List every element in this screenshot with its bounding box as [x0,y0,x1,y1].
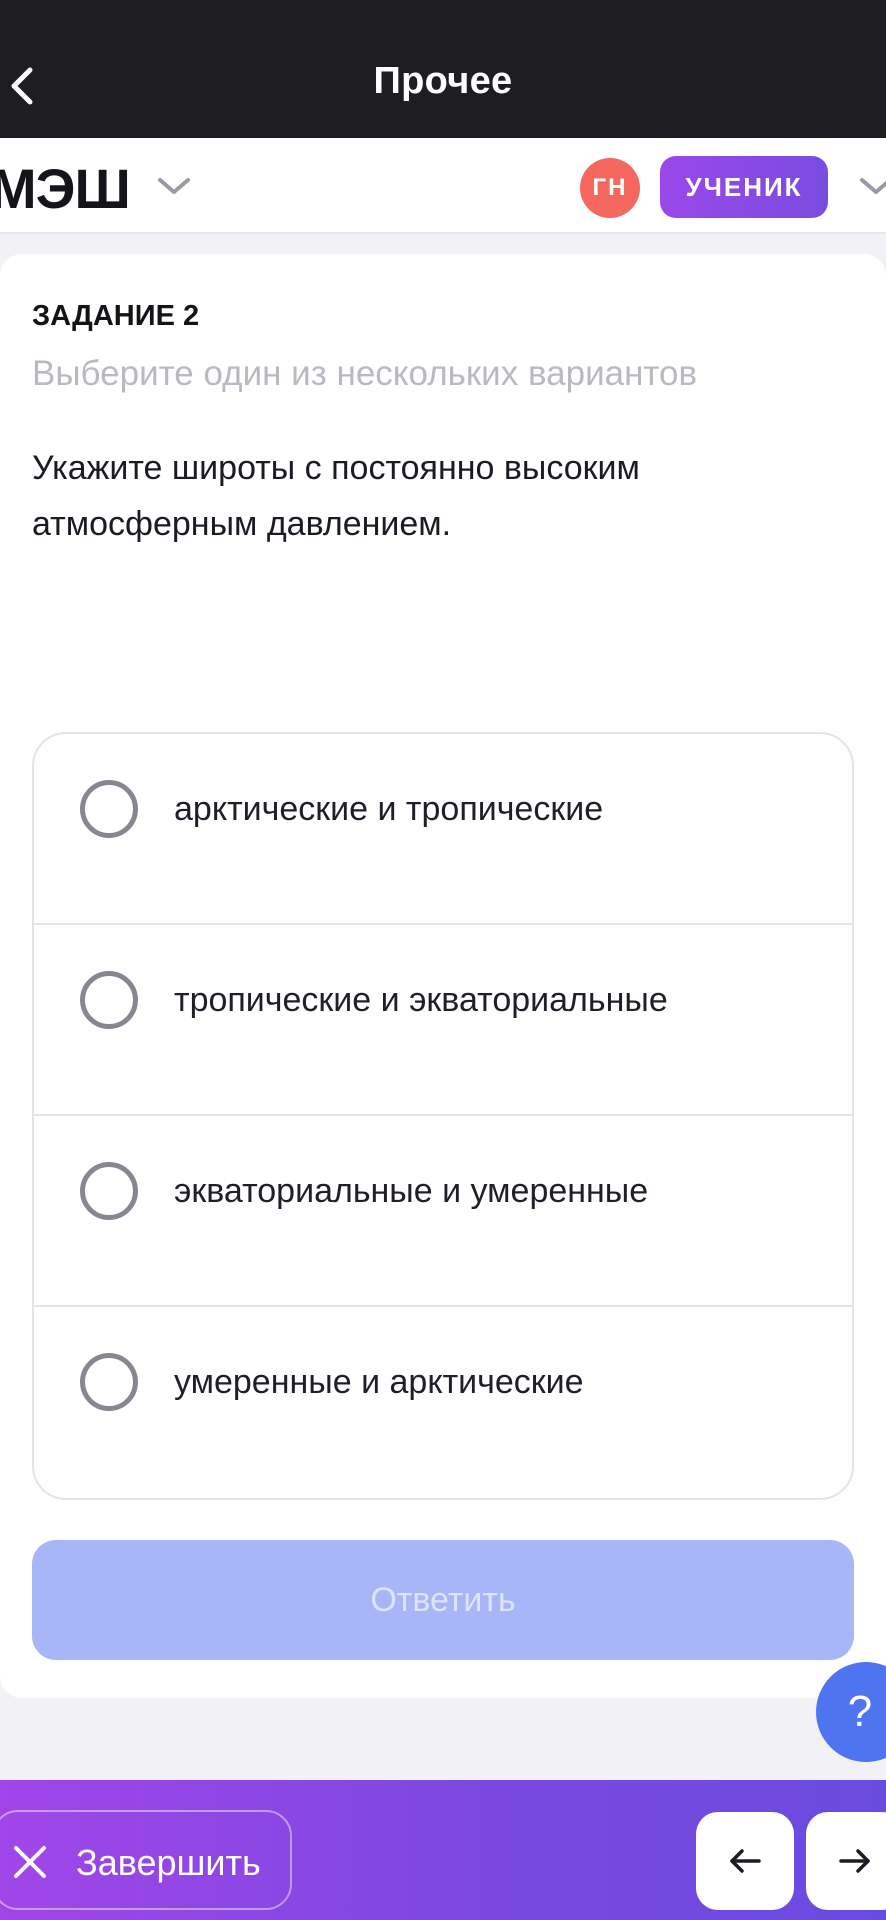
radio-button[interactable] [80,1162,138,1220]
chevron-down-icon[interactable] [858,174,886,198]
finish-label: Завершить [76,1842,261,1883]
radio-button[interactable] [80,780,138,838]
radio-button[interactable] [80,971,138,1029]
answer-options: арктические и тропические тропические и … [32,732,854,1500]
top-navigation-bar: Прочее [0,0,886,138]
answer-button[interactable]: Ответить [32,1540,854,1660]
next-task-button[interactable] [806,1812,886,1910]
answer-option[interactable]: тропические и экваториальные [34,925,852,1116]
app-header: МЭШ ГН УЧЕНИК [0,138,886,234]
role-badge[interactable]: УЧЕНИК [660,156,828,218]
task-number: ЗАДАНИЕ 2 [32,300,200,332]
option-label: умеренные и арктические [174,1363,584,1401]
avatar[interactable]: ГН [580,158,640,218]
close-icon [14,1846,46,1878]
answer-option[interactable]: экваториальные и умеренные [34,1116,852,1307]
question-text: Укажите широты с постоянно высоким атмос… [32,449,640,543]
task-hint: Выберите один из нескольких вариантов [32,354,698,393]
answer-option[interactable]: арктические и тропические [34,734,852,925]
chevron-down-icon[interactable] [156,174,192,198]
option-label: экваториальные и умеренные [174,1172,649,1210]
task-card: ЗАДАНИЕ 2 Выберите один из нескольких ва… [0,254,886,1698]
app-logo[interactable]: МЭШ [0,156,131,221]
page-title: Прочее [373,60,513,102]
bottom-action-bar: Завершить [0,1780,886,1920]
arrow-right-icon [839,1849,870,1873]
finish-button[interactable]: Завершить [0,1810,292,1910]
radio-button[interactable] [80,1353,138,1411]
previous-task-button[interactable] [696,1812,794,1910]
answer-option[interactable]: умеренные и арктические [34,1307,852,1498]
arrow-left-icon [730,1849,761,1873]
option-label: арктические и тропические [174,790,604,828]
option-label: тропические и экваториальные [174,981,668,1019]
